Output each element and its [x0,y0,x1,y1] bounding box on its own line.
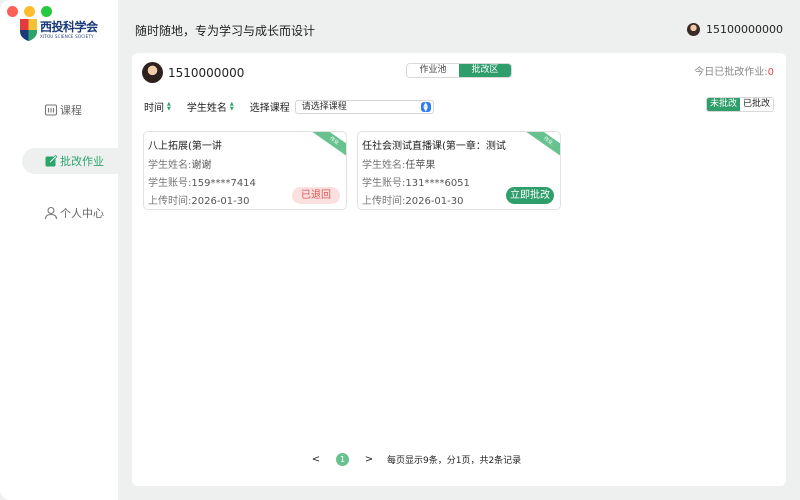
card-student-account: 学生账号:131****6051 [362,174,470,189]
sidebar-item-label: 批改作业 [60,155,104,168]
card-name-value: 任苹果 [405,160,436,171]
sidebar: 西投科学会 XITOU SCIENCE SOCIETY 课程 批改作业 个人中心 [0,0,118,500]
sidebar-item-label: 课程 [60,104,82,117]
status-toggle: 未批改 已批改 [705,97,774,112]
card-time-value: 2026-01-30 [405,196,464,207]
logo: 西投科学会 XITOU SCIENCE SOCIETY [20,19,98,41]
today-label: 今日已批改作业: [694,67,768,78]
card-student-account: 学生账号:159****7414 [148,174,256,189]
course-icon [44,104,58,116]
logo-text: 西投科学会 [40,20,98,34]
updown-chevron-icon: ▲ ▼ [420,101,431,112]
sidebar-item-label: 个人中心 [60,207,104,220]
header-user[interactable]: 15100000000 [687,23,783,36]
pagination: < 1 > 每页显示9条，分1页，共2条记录 [306,453,521,466]
panel-username: 1510000000 [168,65,245,80]
card-account-label: 学生账号: [148,178,192,189]
card-student-name: 学生姓名:任苹果 [362,156,435,171]
current-page[interactable]: 1 [336,453,349,466]
card-time-label: 上传时间: [148,196,192,207]
course-select-value: 请选择课程 [301,101,347,112]
avatar [142,62,163,83]
app-window: 西投科学会 XITOU SCIENCE SOCIETY 课程 批改作业 个人中心… [0,0,800,500]
prev-page-button[interactable]: < [306,454,326,465]
card-account-label: 学生账号: [362,178,406,189]
course-select-label: 选择课程 [249,103,290,114]
next-page-button[interactable]: > [359,454,379,465]
card-account-value: 131****6051 [405,178,470,189]
today-count: 0 [767,67,774,78]
card-account-value: 159****7414 [191,178,256,189]
view-tabs: 作业池 批改区 [406,63,512,78]
card-title: 八上拓展(第一讲 [148,141,222,152]
card-title: 任社会测试直播课(第一章：测试 [362,141,506,152]
main-panel: 1510000000 作业池 批改区 今日已批改作业:0 时间 ▲ ▼ 学生姓名 … [132,53,786,486]
card-name-value: 谢谢 [191,160,212,171]
sidebar-item-course[interactable]: 课程 [22,97,118,123]
tab-homework-pool[interactable]: 作业池 [407,64,459,77]
filter-bar: 时间 ▲ ▼ 学生姓名 ▲ ▼ 选择课程 请选择课程 ▲ ▼ [144,99,434,114]
tab-grading-area[interactable]: 批改区 [459,64,511,77]
toggle-graded[interactable]: 已批改 [739,98,773,111]
toggle-ungraded[interactable]: 未批改 [706,98,740,111]
card-student-name: 学生姓名:谢谢 [148,156,211,171]
panel-user: 1510000000 [142,62,244,83]
avatar [687,23,701,36]
window-controls [7,6,52,17]
sidebar-item-profile[interactable]: 个人中心 [22,200,118,226]
sidebar-item-grading[interactable]: 批改作业 [22,148,118,174]
sort-student-label: 学生姓名 [186,103,227,114]
card-time-label: 上传时间: [362,196,406,207]
card-name-label: 学生姓名: [148,160,192,171]
homework-card[interactable]: 作业 八上拓展(第一讲 学生姓名:谢谢 学生账号:159****7414 上传时… [143,131,347,210]
homework-card[interactable]: 作业 任社会测试直播课(第一章：测试 学生姓名:任苹果 学生账号:131****… [357,131,561,210]
card-upload-time: 上传时间:2026-01-30 [362,192,464,207]
returned-button[interactable]: 已退回 [292,187,340,204]
grade-now-button[interactable]: 立即批改 [506,187,554,204]
sort-time[interactable]: 时间 ▲ ▼ [144,99,171,114]
shield-logo-icon [20,19,37,41]
course-select[interactable]: 请选择课程 ▲ ▼ [294,99,434,114]
card-name-label: 学生姓名: [362,160,406,171]
sort-arrows-icon: ▲ ▼ [229,100,234,112]
homework-tag: 作业 [520,132,560,163]
zoom-window-button[interactable] [41,6,52,17]
close-window-button[interactable] [7,6,18,17]
sort-arrows-icon: ▲ ▼ [167,100,171,112]
card-time-value: 2026-01-30 [191,196,250,207]
pagination-summary: 每页显示9条，分1页，共2条记录 [387,456,522,466]
sort-student-name[interactable]: 学生姓名 ▲ ▼ [187,99,234,114]
today-graded-count: 今日已批改作业:0 [694,63,774,78]
minimize-window-button[interactable] [24,6,35,17]
edit-icon [45,154,58,167]
logo-subtext: XITOU SCIENCE SOCIETY [40,34,94,39]
person-icon [44,206,58,220]
header-username: 15100000000 [706,23,783,36]
homework-tag: 作业 [306,132,346,163]
page-slogan: 随时随地，专为学习与成长而设计 [135,24,316,38]
sort-time-label: 时间 [144,103,164,114]
card-upload-time: 上传时间:2026-01-30 [148,192,250,207]
